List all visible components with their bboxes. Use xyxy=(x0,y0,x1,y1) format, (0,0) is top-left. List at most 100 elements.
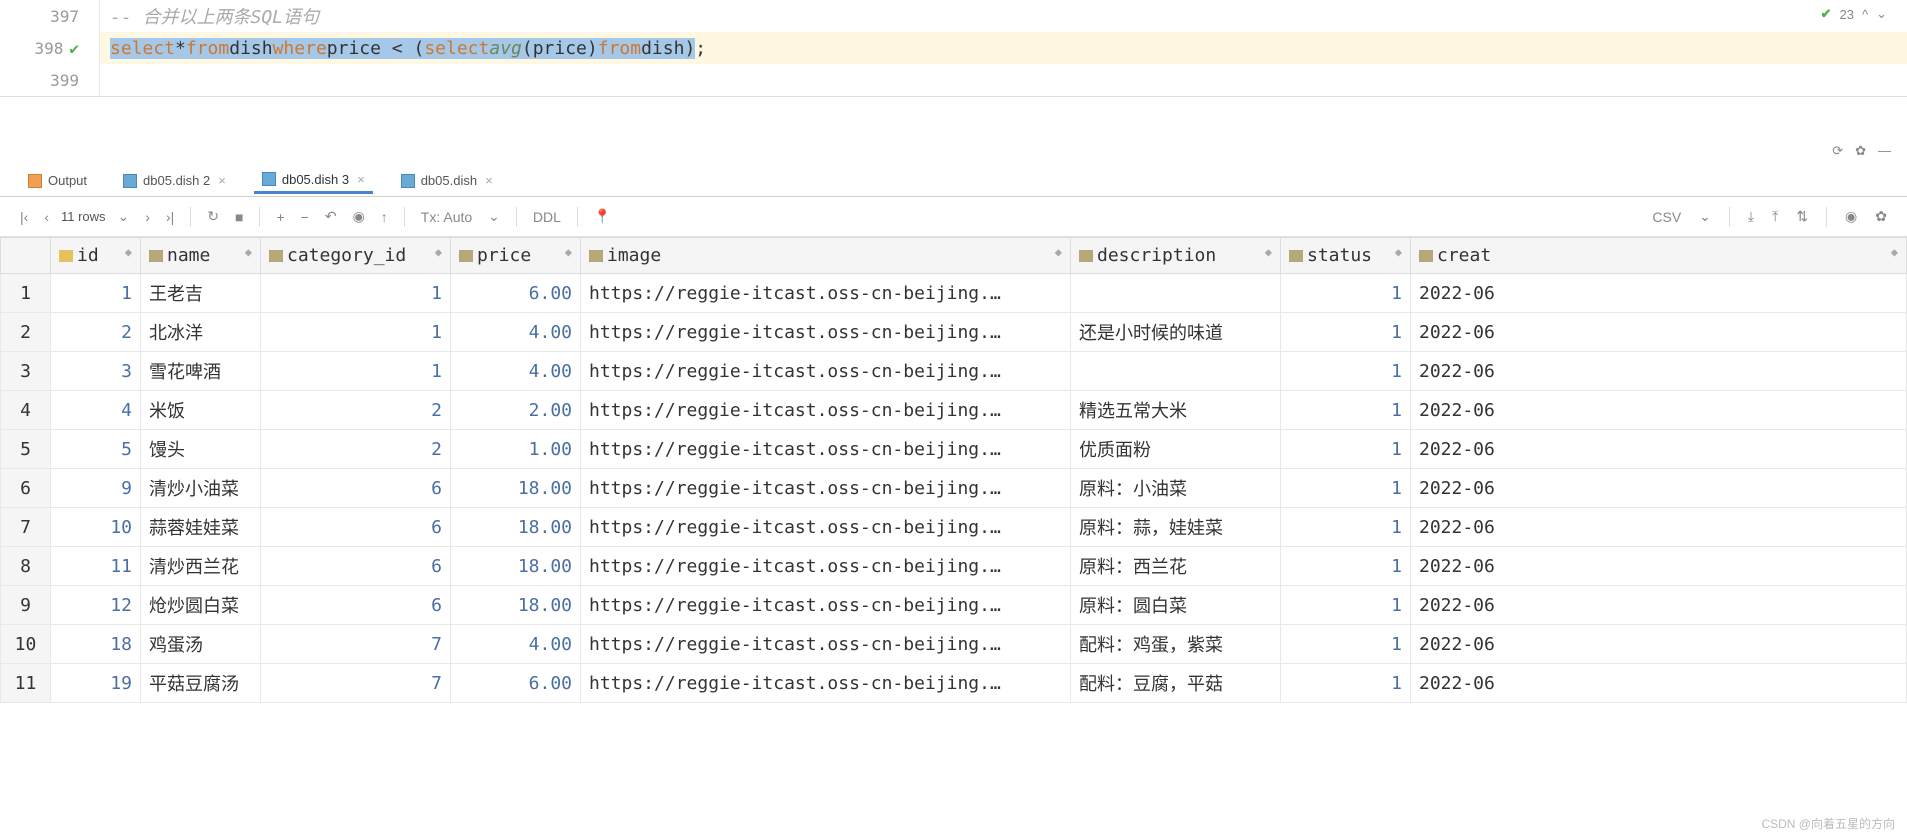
table-cell[interactable]: 3 xyxy=(51,352,141,391)
table-cell[interactable]: https://reggie-itcast.oss-cn-beijing.… xyxy=(581,274,1071,313)
table-cell[interactable]: https://reggie-itcast.oss-cn-beijing.… xyxy=(581,430,1071,469)
table-cell[interactable]: 8 xyxy=(1,547,51,586)
sort-icon[interactable]: ◆ xyxy=(125,245,132,259)
table-cell[interactable]: 9 xyxy=(1,586,51,625)
column-header[interactable]: name◆ xyxy=(141,238,261,274)
table-cell[interactable]: 2 xyxy=(261,430,451,469)
table-cell[interactable]: 原料：蒜，娃娃菜 xyxy=(1071,508,1281,547)
table-cell[interactable]: 5 xyxy=(1,430,51,469)
table-cell[interactable]: 11 xyxy=(51,547,141,586)
result-tab[interactable]: Output xyxy=(20,169,95,192)
table-cell[interactable]: 1 xyxy=(1281,625,1411,664)
table-cell[interactable]: 11 xyxy=(1,664,51,703)
table-cell[interactable]: 5 xyxy=(51,430,141,469)
table-cell[interactable]: 王老吉 xyxy=(141,274,261,313)
table-cell[interactable]: https://reggie-itcast.oss-cn-beijing.… xyxy=(581,547,1071,586)
table-cell[interactable]: 清炒小油菜 xyxy=(141,469,261,508)
nav-down-icon[interactable]: ⌄ xyxy=(1876,6,1887,22)
table-cell[interactable]: 4.00 xyxy=(451,625,581,664)
sort-icon[interactable]: ◆ xyxy=(1891,245,1898,259)
compare-icon[interactable]: ⇅ xyxy=(1792,206,1812,227)
table-cell[interactable]: 原料：圆白菜 xyxy=(1071,586,1281,625)
table-cell[interactable]: 2 xyxy=(1,313,51,352)
prev-page-button[interactable]: ‹ xyxy=(40,207,53,227)
table-cell[interactable]: 4 xyxy=(1,391,51,430)
sort-icon[interactable]: ◆ xyxy=(1395,245,1402,259)
table-cell[interactable]: 1.00 xyxy=(451,430,581,469)
table-row[interactable]: 1018鸡蛋汤74.00https://reggie-itcast.oss-cn… xyxy=(1,625,1907,664)
table-cell[interactable]: https://reggie-itcast.oss-cn-beijing.… xyxy=(581,352,1071,391)
table-cell[interactable]: 2022-06 xyxy=(1411,625,1907,664)
column-header[interactable]: id◆ xyxy=(51,238,141,274)
table-cell[interactable]: 18.00 xyxy=(451,547,581,586)
table-cell[interactable]: 2022-06 xyxy=(1411,313,1907,352)
table-cell[interactable]: 原料：小油菜 xyxy=(1071,469,1281,508)
table-cell[interactable]: 18.00 xyxy=(451,508,581,547)
table-cell[interactable]: 1 xyxy=(51,274,141,313)
remove-row-button[interactable]: − xyxy=(297,207,313,227)
table-cell[interactable]: https://reggie-itcast.oss-cn-beijing.… xyxy=(581,508,1071,547)
csv-dropdown-icon[interactable]: ⌄ xyxy=(1695,206,1715,227)
table-cell[interactable]: 2022-06 xyxy=(1411,664,1907,703)
table-cell[interactable]: 米饭 xyxy=(141,391,261,430)
table-cell[interactable]: 1 xyxy=(1281,274,1411,313)
column-header[interactable]: image◆ xyxy=(581,238,1071,274)
row-count-label[interactable]: 11 rows xyxy=(61,209,106,224)
table-cell[interactable]: 2022-06 xyxy=(1411,508,1907,547)
table-cell[interactable]: https://reggie-itcast.oss-cn-beijing.… xyxy=(581,469,1071,508)
table-row[interactable]: 44米饭22.00https://reggie-itcast.oss-cn-be… xyxy=(1,391,1907,430)
rowcount-dropdown-icon[interactable]: ⌄ xyxy=(114,206,134,227)
commit-button[interactable]: ↑ xyxy=(377,207,392,227)
table-cell[interactable]: 6.00 xyxy=(451,664,581,703)
table-cell[interactable]: 6 xyxy=(261,469,451,508)
table-cell[interactable]: https://reggie-itcast.oss-cn-beijing.… xyxy=(581,313,1071,352)
sort-icon[interactable]: ◆ xyxy=(1055,245,1062,259)
column-header[interactable]: category_id◆ xyxy=(261,238,451,274)
table-cell[interactable]: 7 xyxy=(261,625,451,664)
table-cell[interactable]: https://reggie-itcast.oss-cn-beijing.… xyxy=(581,625,1071,664)
table-cell[interactable]: 北冰洋 xyxy=(141,313,261,352)
table-cell[interactable]: 1 xyxy=(1,274,51,313)
table-cell[interactable]: 2.00 xyxy=(451,391,581,430)
table-cell[interactable]: 6 xyxy=(261,586,451,625)
sort-icon[interactable]: ◆ xyxy=(565,245,572,259)
table-cell[interactable]: 1 xyxy=(261,313,451,352)
table-row[interactable]: 710蒜蓉娃娃菜618.00https://reggie-itcast.oss-… xyxy=(1,508,1907,547)
table-cell[interactable]: 6 xyxy=(261,508,451,547)
nav-up-icon[interactable]: ^ xyxy=(1862,7,1868,22)
table-cell[interactable]: 原料：西兰花 xyxy=(1071,547,1281,586)
tx-mode-label[interactable]: Tx: Auto xyxy=(417,207,476,227)
table-cell[interactable]: 平菇豆腐汤 xyxy=(141,664,261,703)
sort-icon[interactable]: ◆ xyxy=(245,245,252,259)
table-cell[interactable]: 2022-06 xyxy=(1411,586,1907,625)
table-row[interactable]: 69清炒小油菜618.00https://reggie-itcast.oss-c… xyxy=(1,469,1907,508)
revert-button[interactable]: ↶ xyxy=(321,206,341,227)
result-tab[interactable]: db05.dish 3× xyxy=(254,168,373,194)
table-cell[interactable]: 1 xyxy=(1281,391,1411,430)
table-cell[interactable]: 9 xyxy=(51,469,141,508)
table-cell[interactable]: 18.00 xyxy=(451,586,581,625)
table-cell[interactable]: https://reggie-itcast.oss-cn-beijing.… xyxy=(581,391,1071,430)
table-cell[interactable]: 2022-06 xyxy=(1411,469,1907,508)
table-cell[interactable]: 配料：鸡蛋，紫菜 xyxy=(1071,625,1281,664)
table-cell[interactable]: 10 xyxy=(51,508,141,547)
settings-icon[interactable]: ✿ xyxy=(1871,206,1891,227)
table-row[interactable]: 22北冰洋14.00https://reggie-itcast.oss-cn-b… xyxy=(1,313,1907,352)
table-cell[interactable]: 1 xyxy=(1281,469,1411,508)
last-page-button[interactable]: ›| xyxy=(162,207,178,227)
table-cell[interactable]: 1 xyxy=(261,274,451,313)
close-icon[interactable]: × xyxy=(485,173,493,188)
table-cell[interactable]: 4 xyxy=(51,391,141,430)
table-cell[interactable]: 1 xyxy=(261,352,451,391)
table-cell[interactable]: 2 xyxy=(51,313,141,352)
table-row[interactable]: 912炝炒圆白菜618.00https://reggie-itcast.oss-… xyxy=(1,586,1907,625)
table-cell[interactable]: 炝炒圆白菜 xyxy=(141,586,261,625)
table-cell[interactable]: 6.00 xyxy=(451,274,581,313)
table-cell[interactable]: 1 xyxy=(1281,586,1411,625)
table-cell[interactable]: 馒头 xyxy=(141,430,261,469)
code-editor[interactable]: 397398✔399 -- 合并以上两条SQL语句select * from d… xyxy=(0,0,1907,97)
table-cell[interactable]: 鸡蛋汤 xyxy=(141,625,261,664)
column-header[interactable]: creat◆ xyxy=(1411,238,1907,274)
table-cell[interactable]: 7 xyxy=(261,664,451,703)
table-cell[interactable]: 雪花啤酒 xyxy=(141,352,261,391)
